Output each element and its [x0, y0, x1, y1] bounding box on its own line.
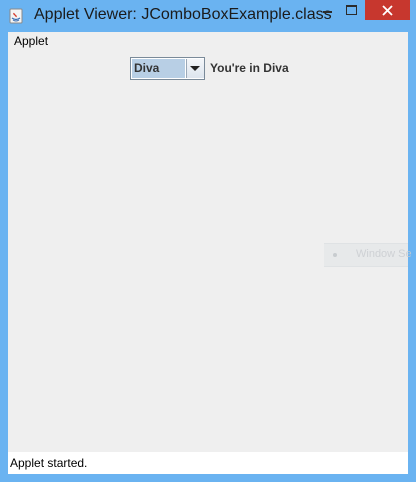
minimize-icon[interactable] — [314, 0, 340, 20]
combo-box[interactable]: Diva — [130, 57, 205, 80]
selection-label: You're in Diva — [210, 61, 289, 75]
applet-panel: Diva You're in Diva Window Se — [8, 50, 412, 452]
window-title: Applet Viewer: JComboBoxExample.class — [34, 6, 332, 23]
maximize-icon[interactable] — [340, 0, 364, 20]
close-icon — [382, 5, 393, 16]
ghost-dot-icon — [333, 253, 337, 257]
menu-bar: Applet — [8, 32, 408, 50]
combo-selected-value[interactable]: Diva — [132, 59, 185, 78]
close-button[interactable] — [365, 0, 410, 20]
window-switcher-ghost: Window Se — [324, 243, 412, 267]
menu-applet[interactable]: Applet — [8, 32, 54, 50]
ghost-text: Window Se — [356, 248, 412, 260]
applet-viewer-window: Applet Viewer: JComboBoxExample.class Ap… — [0, 0, 416, 482]
title-bar[interactable]: Applet Viewer: JComboBoxExample.class — [0, 0, 416, 32]
client-area: Applet Diva You're in Diva Window Se App… — [8, 32, 412, 474]
status-bar: Applet started. — [8, 452, 408, 474]
chevron-down-icon[interactable] — [186, 59, 204, 78]
java-cup-icon — [9, 8, 23, 24]
status-text: Applet started. — [10, 456, 88, 470]
